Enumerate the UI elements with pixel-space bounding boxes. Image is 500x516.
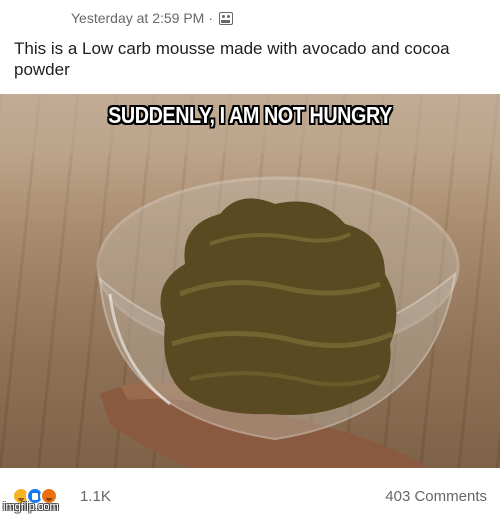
post-footer: 1.1K 403 Comments imgflip.com (0, 468, 500, 516)
post-timestamp[interactable]: Yesterday at 2:59 PM (71, 10, 204, 26)
post-meta: Yesterday at 2:59 PM · (71, 10, 234, 26)
post-photo[interactable] (0, 94, 500, 468)
comments-link[interactable]: 403 Comments (385, 488, 487, 505)
meme-caption: SUDDENLY, I AM NOT HUNGRY (108, 102, 392, 128)
imgflip-watermark: imgflip.com (3, 501, 59, 513)
mousse-bowl-image (0, 94, 500, 468)
friends-icon[interactable] (219, 11, 234, 25)
reaction-count[interactable]: 1.1K (80, 488, 111, 505)
meta-separator: · (208, 10, 214, 26)
post-header: Yesterday at 2:59 PM · This is a Low car… (0, 0, 500, 94)
post-caption: This is a Low carb mousse made with avoc… (14, 39, 450, 79)
